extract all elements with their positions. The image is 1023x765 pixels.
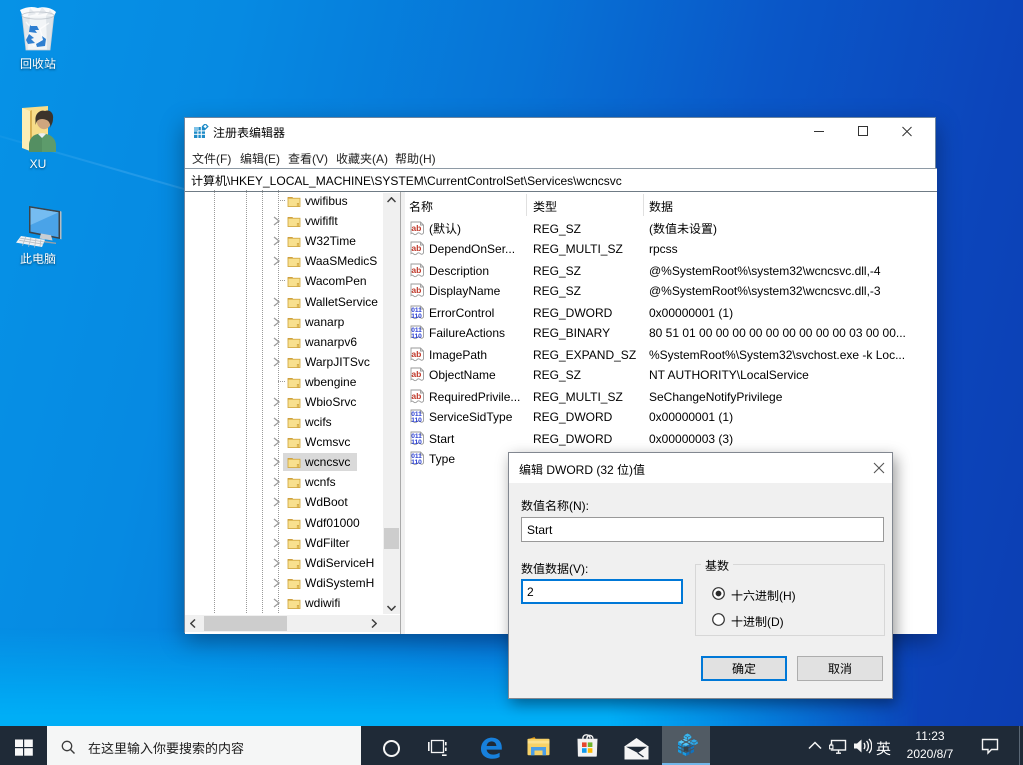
svg-text:110: 110 — [411, 333, 422, 340]
svg-text:110: 110 — [411, 313, 422, 320]
svg-text:ab: ab — [411, 349, 421, 359]
svg-text:110: 110 — [411, 459, 422, 466]
svg-text:ab: ab — [411, 223, 421, 233]
svg-text:ab: ab — [411, 243, 421, 253]
svg-text:ab: ab — [411, 285, 421, 295]
svg-text:ab: ab — [411, 391, 421, 401]
svg-text:ab: ab — [411, 369, 421, 379]
svg-text:110: 110 — [411, 439, 422, 446]
svg-text:ab: ab — [411, 265, 421, 275]
svg-text:110: 110 — [411, 417, 422, 424]
